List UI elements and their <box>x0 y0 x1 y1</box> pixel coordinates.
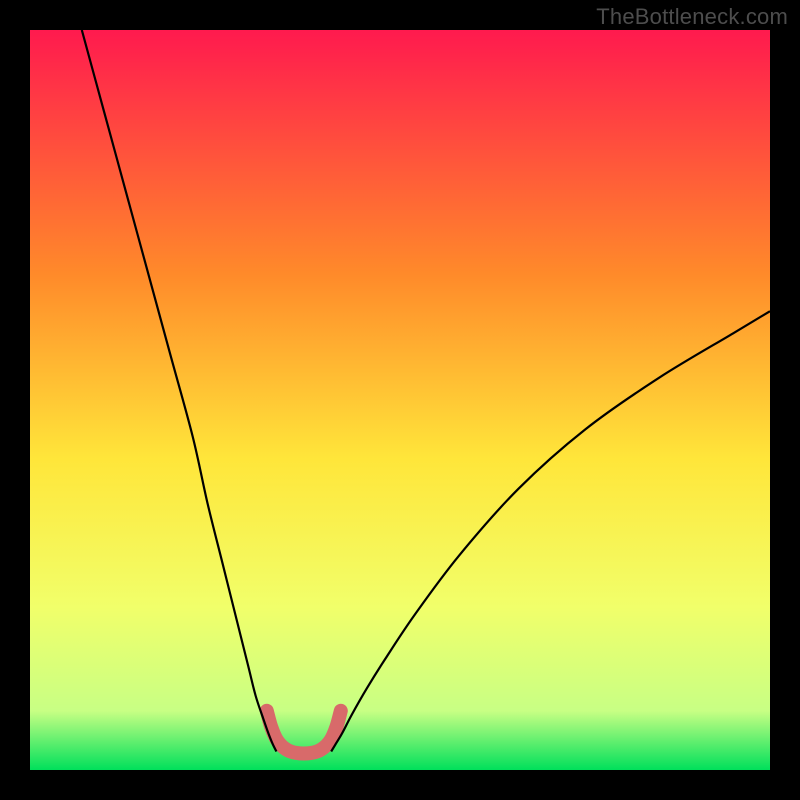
gradient-background <box>30 30 770 770</box>
watermark-text: TheBottleneck.com <box>596 4 788 30</box>
chart-stage: TheBottleneck.com <box>0 0 800 800</box>
bottleneck-chart <box>30 30 770 770</box>
